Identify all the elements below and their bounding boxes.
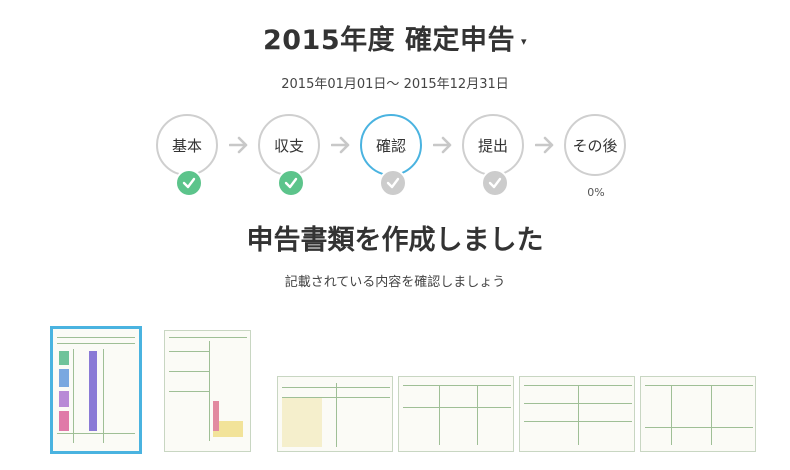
step-label: 提出 xyxy=(477,136,508,155)
completion-subtext: 記載されている内容を確認しましょう xyxy=(284,275,506,290)
step-submit[interactable]: 提出 xyxy=(462,114,524,176)
step-basic[interactable]: 基本 xyxy=(156,114,218,176)
check-icon xyxy=(481,169,509,197)
step-income-expense[interactable]: 収支 xyxy=(258,114,320,176)
progress-steps: 基本 収支 確認 提出 その後 0% xyxy=(0,114,790,204)
check-icon xyxy=(379,169,407,197)
step-label: 確認 xyxy=(375,136,406,155)
fiscal-period: 2015年01月01日〜 2015年12月31日 xyxy=(281,77,509,92)
document-thumbnail-4[interactable] xyxy=(398,376,514,452)
step-after[interactable]: その後 xyxy=(564,114,626,176)
arrow-right-icon xyxy=(433,136,452,154)
completion-headline: 申告書類を作成しました xyxy=(246,225,544,256)
arrow-right-icon xyxy=(535,136,554,154)
document-thumbnail-6[interactable] xyxy=(640,376,756,452)
check-icon xyxy=(277,169,305,197)
document-thumbnail-5[interactable] xyxy=(519,376,635,452)
progress-percent: 0% xyxy=(587,186,605,199)
step-label: 基本 xyxy=(171,136,202,155)
check-icon xyxy=(175,169,203,197)
document-thumbnail-2[interactable] xyxy=(164,330,251,452)
document-thumbnail-3[interactable] xyxy=(277,376,393,452)
step-confirm[interactable]: 確認 xyxy=(360,114,422,176)
chevron-down-icon[interactable]: ▾ xyxy=(521,35,527,48)
page-title-text: 2015年度 確定申告 xyxy=(262,25,515,56)
document-thumbnail-1[interactable] xyxy=(50,326,142,454)
step-label: 収支 xyxy=(273,136,304,155)
arrow-right-icon xyxy=(229,136,248,154)
page-title[interactable]: 2015年度 確定申告 ▾ xyxy=(0,18,790,57)
step-label: その後 xyxy=(572,136,618,155)
arrow-right-icon xyxy=(331,136,350,154)
